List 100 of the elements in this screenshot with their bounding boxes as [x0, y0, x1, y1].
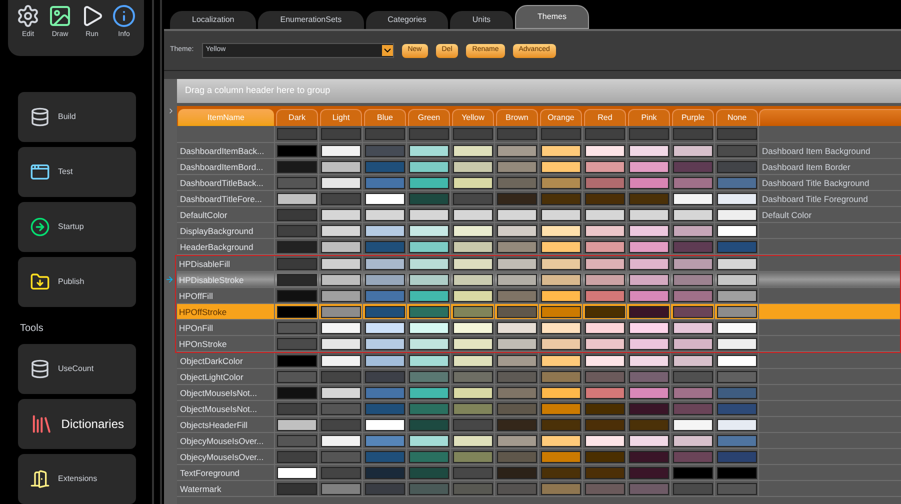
- color-swatch[interactable]: [408, 322, 448, 334]
- filter-cell[interactable]: [628, 128, 668, 140]
- color-swatch[interactable]: [408, 145, 448, 157]
- color-swatch[interactable]: [496, 450, 536, 462]
- color-swatch[interactable]: [628, 193, 668, 205]
- color-swatch[interactable]: [276, 418, 316, 430]
- color-swatch[interactable]: [452, 224, 492, 236]
- table-row[interactable]: ObjectDarkColor: [177, 353, 901, 369]
- color-swatch[interactable]: [628, 482, 668, 494]
- table-row[interactable]: ObjectLightColor: [177, 369, 901, 385]
- color-swatch[interactable]: [320, 338, 360, 350]
- color-swatch[interactable]: [584, 258, 624, 270]
- filter-cell[interactable]: [584, 128, 624, 140]
- color-swatch[interactable]: [716, 386, 756, 398]
- color-swatch[interactable]: [276, 224, 316, 236]
- color-swatch[interactable]: [320, 145, 360, 157]
- color-swatch[interactable]: [276, 145, 316, 157]
- color-swatch[interactable]: [276, 240, 316, 252]
- color-swatch[interactable]: [540, 306, 580, 318]
- column-header[interactable]: Dark: [276, 109, 318, 126]
- table-row[interactable]: TextForeground: [177, 465, 901, 481]
- color-swatch[interactable]: [628, 209, 668, 221]
- color-swatch[interactable]: [672, 370, 712, 382]
- color-swatch[interactable]: [672, 418, 712, 430]
- color-swatch[interactable]: [364, 466, 404, 478]
- color-swatch[interactable]: [672, 482, 712, 494]
- filter-cell[interactable]: [364, 128, 404, 140]
- color-swatch[interactable]: [628, 274, 668, 286]
- table-row[interactable]: HPOffStroke: [177, 304, 900, 320]
- color-swatch[interactable]: [716, 338, 756, 350]
- color-swatch[interactable]: [364, 338, 404, 350]
- color-swatch[interactable]: [584, 240, 624, 252]
- color-swatch[interactable]: [320, 240, 360, 252]
- color-swatch[interactable]: [540, 466, 580, 478]
- color-swatch[interactable]: [452, 402, 492, 414]
- color-swatch[interactable]: [540, 145, 580, 157]
- color-swatch[interactable]: [452, 434, 492, 446]
- color-swatch[interactable]: [496, 258, 536, 270]
- color-swatch[interactable]: [628, 161, 668, 173]
- color-swatch[interactable]: [584, 338, 624, 350]
- color-swatch[interactable]: [408, 209, 448, 221]
- table-row[interactable]: DashboardItemBord... Dashboard Item Border: [177, 159, 901, 175]
- color-swatch[interactable]: [364, 418, 404, 430]
- color-swatch[interactable]: [452, 322, 492, 334]
- table-row[interactable]: HPOnFill: [177, 320, 900, 336]
- color-swatch[interactable]: [672, 177, 712, 189]
- color-swatch[interactable]: [672, 145, 712, 157]
- color-swatch[interactable]: [452, 161, 492, 173]
- color-swatch[interactable]: [452, 290, 492, 302]
- color-swatch[interactable]: [584, 386, 624, 398]
- color-swatch[interactable]: [364, 177, 404, 189]
- color-swatch[interactable]: [320, 466, 360, 478]
- color-swatch[interactable]: [496, 466, 536, 478]
- color-swatch[interactable]: [276, 209, 316, 221]
- color-swatch[interactable]: [364, 322, 404, 334]
- color-swatch[interactable]: [276, 338, 316, 350]
- color-swatch[interactable]: [628, 354, 668, 366]
- filter-cell[interactable]: [408, 128, 448, 140]
- color-swatch[interactable]: [364, 193, 404, 205]
- color-swatch[interactable]: [628, 402, 668, 414]
- color-swatch[interactable]: [716, 240, 756, 252]
- color-swatch[interactable]: [364, 306, 404, 318]
- color-swatch[interactable]: [408, 354, 448, 366]
- color-swatch[interactable]: [452, 370, 492, 382]
- color-swatch[interactable]: [672, 354, 712, 366]
- color-swatch[interactable]: [496, 224, 536, 236]
- color-swatch[interactable]: [716, 145, 756, 157]
- color-swatch[interactable]: [716, 209, 756, 221]
- color-swatch[interactable]: [320, 274, 360, 286]
- color-swatch[interactable]: [320, 306, 360, 318]
- color-swatch[interactable]: [452, 450, 492, 462]
- color-swatch[interactable]: [452, 386, 492, 398]
- color-swatch[interactable]: [540, 450, 580, 462]
- color-swatch[interactable]: [320, 224, 360, 236]
- color-swatch[interactable]: [408, 402, 448, 414]
- sidebar-button[interactable]: Test: [18, 147, 136, 197]
- table-row[interactable]: HPDisableFill: [177, 256, 900, 272]
- color-swatch[interactable]: [584, 370, 624, 382]
- color-swatch[interactable]: [540, 290, 580, 302]
- color-swatch[interactable]: [628, 322, 668, 334]
- color-swatch[interactable]: [584, 209, 624, 221]
- color-swatch[interactable]: [452, 193, 492, 205]
- color-swatch[interactable]: [584, 306, 624, 318]
- color-swatch[interactable]: [672, 402, 712, 414]
- color-swatch[interactable]: [408, 338, 448, 350]
- color-swatch[interactable]: [540, 354, 580, 366]
- color-swatch[interactable]: [540, 482, 580, 494]
- color-swatch[interactable]: [408, 258, 448, 270]
- color-swatch[interactable]: [364, 161, 404, 173]
- color-swatch[interactable]: [540, 177, 580, 189]
- filter-cell[interactable]: [276, 128, 316, 140]
- table-row[interactable]: DashboardItemBack... Dashboard Item Background: [177, 143, 901, 159]
- column-header[interactable]: None: [716, 109, 758, 126]
- color-swatch[interactable]: [364, 450, 404, 462]
- tab[interactable]: EnumerationSets: [258, 11, 364, 29]
- color-swatch[interactable]: [408, 370, 448, 382]
- color-swatch[interactable]: [672, 274, 712, 286]
- color-swatch[interactable]: [276, 290, 316, 302]
- color-swatch[interactable]: [540, 161, 580, 173]
- color-swatch[interactable]: [276, 386, 316, 398]
